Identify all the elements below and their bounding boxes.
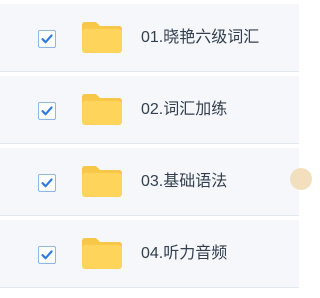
list-item[interactable]: 03.基础语法: [0, 148, 299, 216]
list-item[interactable]: 01.晓艳六级词汇: [0, 4, 299, 72]
item-name[interactable]: 01.晓艳六级词汇: [141, 28, 259, 48]
folder-icon: [82, 166, 122, 197]
partial-avatar: [290, 168, 312, 190]
file-list: 01.晓艳六级词汇 02.词汇加练 03.基础语法 04.听力音频: [0, 0, 312, 298]
item-name[interactable]: 02.词汇加练: [141, 100, 227, 120]
folder-icon: [82, 94, 122, 125]
checkmark-icon: [41, 106, 53, 116]
item-checkbox[interactable]: [38, 174, 56, 192]
checkmark-icon: [41, 34, 53, 44]
item-checkbox[interactable]: [38, 30, 56, 48]
item-checkbox[interactable]: [38, 102, 56, 120]
list-item[interactable]: 04.听力音频: [0, 220, 299, 288]
folder-icon: [82, 22, 122, 53]
item-name[interactable]: 04.听力音频: [141, 244, 227, 264]
checkmark-icon: [41, 178, 53, 188]
item-checkbox[interactable]: [38, 246, 56, 264]
item-name[interactable]: 03.基础语法: [141, 172, 227, 192]
list-item[interactable]: 02.词汇加练: [0, 76, 299, 144]
folder-icon: [82, 238, 122, 269]
checkmark-icon: [41, 250, 53, 260]
